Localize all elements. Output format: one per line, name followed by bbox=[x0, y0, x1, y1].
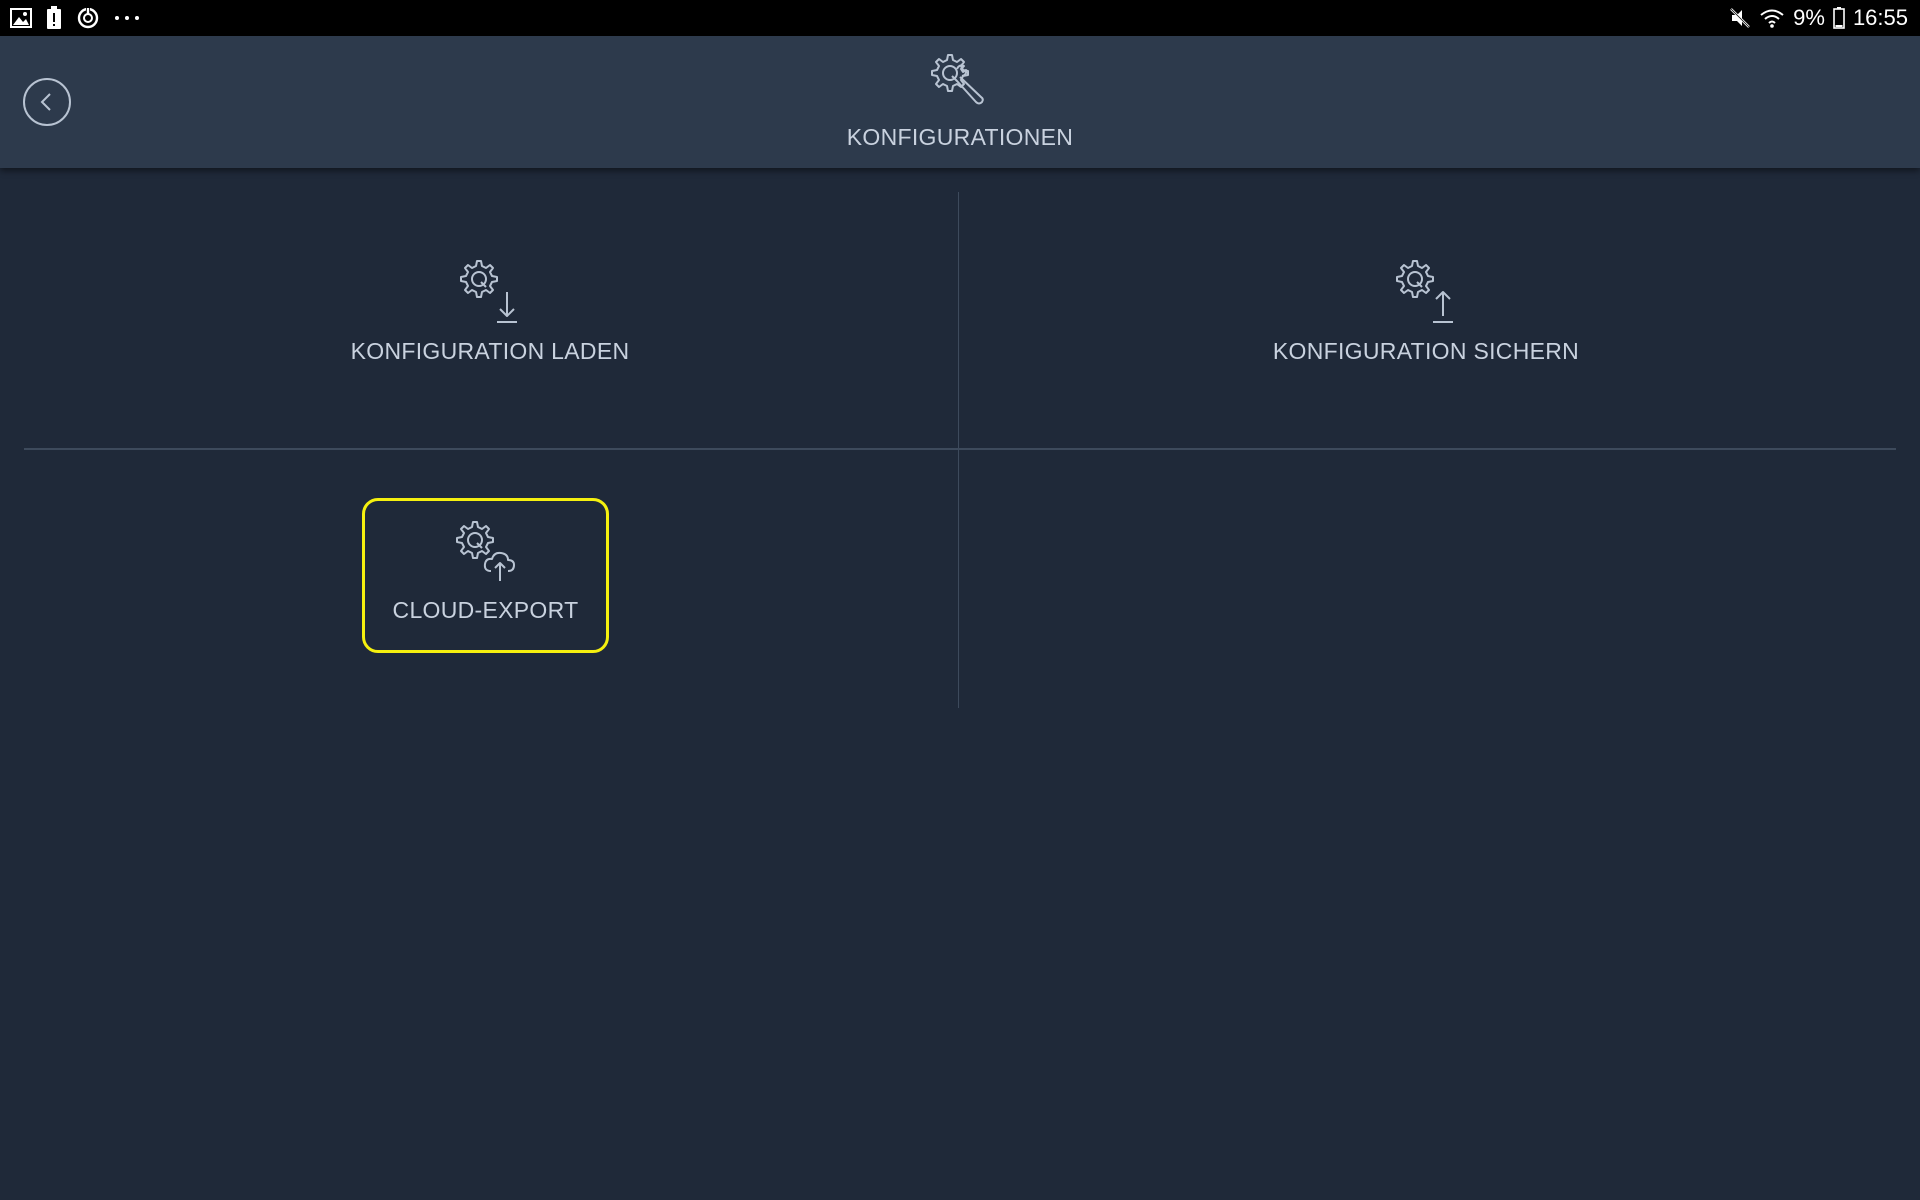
battery-alert-icon bbox=[46, 6, 62, 30]
cloud-export-button[interactable]: CLOUD-EXPORT bbox=[362, 498, 609, 653]
status-bar: 9% 16:55 bbox=[0, 0, 1920, 36]
sync-icon bbox=[76, 6, 100, 30]
save-configuration-label: KONFIGURATION SICHERN bbox=[1272, 338, 1580, 364]
wifi-icon bbox=[1759, 7, 1785, 29]
gear-wrench-icon bbox=[931, 54, 984, 105]
grid-divider-horizontal bbox=[24, 448, 1896, 450]
gear-download-icon bbox=[460, 260, 517, 323]
gear-cloud-upload-icon bbox=[455, 521, 515, 581]
grid-divider-vertical bbox=[958, 192, 959, 708]
more-dots-icon bbox=[114, 14, 140, 22]
save-configuration-button[interactable]: KONFIGURATION SICHERN bbox=[1226, 258, 1626, 365]
back-chevron-icon bbox=[40, 93, 51, 111]
status-bar-system: 9% 16:55 bbox=[1729, 0, 1908, 36]
mute-icon bbox=[1729, 7, 1751, 29]
gear-upload-icon bbox=[1396, 260, 1453, 323]
load-configuration-button[interactable]: KONFIGURATION LADEN bbox=[290, 258, 690, 365]
load-configuration-label: KONFIGURATION LADEN bbox=[350, 338, 630, 364]
gallery-icon bbox=[10, 8, 32, 28]
page-title: KONFIGURATIONEN bbox=[846, 124, 1074, 150]
battery-icon bbox=[1833, 7, 1845, 29]
back-button[interactable] bbox=[23, 78, 71, 126]
clock: 16:55 bbox=[1852, 5, 1908, 30]
cloud-export-label: CLOUD-EXPORT bbox=[392, 597, 579, 623]
app-header: KONFIGURATIONEN bbox=[0, 36, 1920, 168]
battery-percent: 9% bbox=[1793, 5, 1825, 30]
status-bar-notifications bbox=[10, 0, 140, 36]
